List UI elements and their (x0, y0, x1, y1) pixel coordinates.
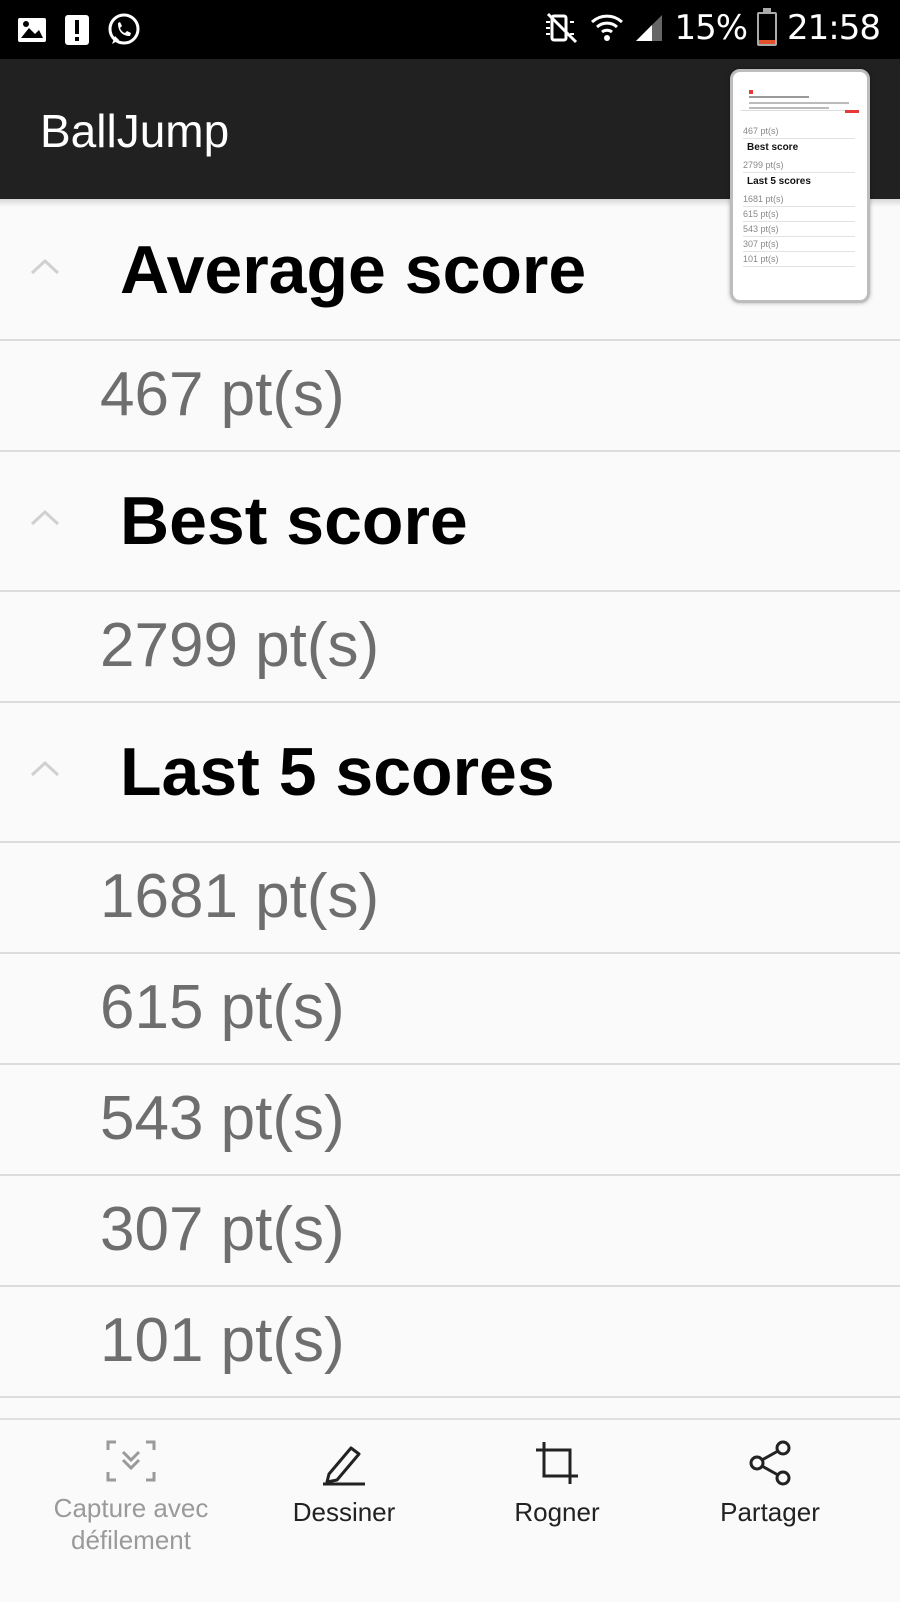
crop-button[interactable]: Rogner (451, 1440, 663, 1528)
system-icons: 15% 21:58 (544, 8, 881, 48)
chevron-up-icon (30, 258, 60, 275)
thumbnail-item: 101 pt(s) (743, 252, 855, 267)
section-title: Average score (120, 232, 587, 308)
crop-label: Rogner (514, 1497, 600, 1527)
score-value: 101 pt(s) (100, 1306, 345, 1375)
thumbnail-action (845, 110, 859, 113)
section-title: Last 5 scores (120, 734, 555, 810)
scroll-capture-icon (106, 1440, 156, 1482)
pen-icon (323, 1446, 365, 1486)
status-bar: 15% 21:58 (0, 0, 900, 59)
draw-label: Dessiner (292, 1497, 396, 1527)
chevron-up-icon (30, 760, 60, 777)
battery-level (759, 39, 776, 44)
score-value: 307 pt(s) (100, 1195, 345, 1264)
crop-icon (536, 1442, 578, 1484)
score-row: 1681 pt(s) (0, 843, 900, 954)
score-row: 467 pt(s) (0, 341, 900, 452)
thumbnail-heading: Last 5 scores (747, 176, 811, 187)
clock: 21:58 (787, 8, 881, 48)
thumbnail-text-line (749, 96, 809, 98)
score-value: 615 pt(s) (100, 973, 345, 1042)
signal-icon (636, 15, 663, 41)
thumbnail-item: 467 pt(s) (743, 124, 855, 139)
thumbnail-item: 1681 pt(s) (743, 192, 855, 207)
alert-icon (65, 15, 89, 45)
score-row: 307 pt(s) (0, 1176, 900, 1287)
screenshot-toolbar: Capture avec défilement Dessiner Rogner … (0, 1418, 900, 1602)
thumbnail-notification (741, 80, 859, 111)
section-title: Best score (120, 483, 468, 559)
score-value: 2799 pt(s) (100, 611, 380, 680)
scroll-capture-label: Capture avec défilement (53, 1493, 209, 1555)
app-title: BallJump (40, 105, 230, 157)
wifi-icon (591, 14, 624, 41)
battery-percent: 15% (674, 8, 748, 48)
score-row: 543 pt(s) (0, 1065, 900, 1176)
notification-icons (16, 12, 142, 48)
share-label: Partager (720, 1497, 820, 1527)
score-value: 467 pt(s) (100, 360, 345, 429)
share-button[interactable]: Partager (664, 1440, 876, 1528)
section-header-best-score[interactable]: Best score (0, 452, 900, 592)
score-row: 2799 pt(s) (0, 592, 900, 703)
thumbnail-alert-dot (749, 90, 753, 94)
thumbnail-item: 307 pt(s) (743, 237, 855, 252)
gallery-icon (18, 18, 46, 42)
share-icon (749, 1440, 791, 1486)
score-value: 1681 pt(s) (100, 862, 380, 931)
scroll-capture-button[interactable]: Capture avec défilement (25, 1440, 237, 1556)
score-value: 543 pt(s) (100, 1084, 345, 1153)
thumbnail-text-line (749, 107, 829, 109)
mute-icon (546, 12, 578, 44)
section-header-last-5-scores[interactable]: Last 5 scores (0, 703, 900, 843)
thumbnail-item: 615 pt(s) (743, 207, 855, 222)
draw-button[interactable]: Dessiner (238, 1440, 450, 1528)
score-row: 615 pt(s) (0, 954, 900, 1065)
score-row: 101 pt(s) (0, 1287, 900, 1398)
chevron-up-icon (30, 509, 60, 526)
thumbnail-heading: Best score (747, 142, 799, 153)
whatsapp-icon (108, 13, 140, 45)
screenshot-thumbnail[interactable]: 467 pt(s) Best score 2799 pt(s) Last 5 s… (730, 69, 870, 303)
thumbnail-item: 543 pt(s) (743, 222, 855, 237)
thumbnail-text-line (749, 102, 849, 104)
thumbnail-item: 2799 pt(s) (743, 158, 855, 173)
battery-icon (757, 8, 778, 46)
